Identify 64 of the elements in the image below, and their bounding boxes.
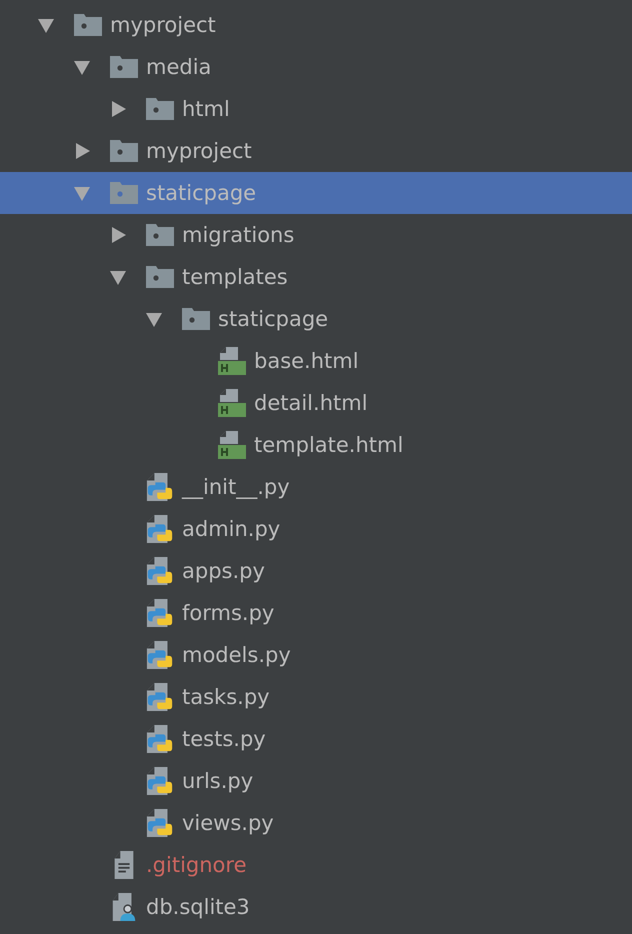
- file-name: migrations: [182, 223, 294, 247]
- tree-item[interactable]: urls.py: [0, 760, 632, 802]
- python-file-icon: [146, 683, 174, 711]
- file-name: templates: [182, 265, 288, 289]
- python-file-icon: [146, 641, 174, 669]
- python-file-icon: [146, 767, 174, 795]
- folder-icon: [74, 11, 102, 39]
- tree-item[interactable]: models.py: [0, 634, 632, 676]
- folder-icon: [146, 95, 174, 123]
- html-file-icon: [218, 389, 246, 417]
- folder-icon: [110, 53, 138, 81]
- python-file-icon: [146, 599, 174, 627]
- folder-icon: [146, 221, 174, 249]
- file-name: myproject: [146, 139, 252, 163]
- file-name: models.py: [182, 643, 291, 667]
- tree-item[interactable]: tests.py: [0, 718, 632, 760]
- html-file-icon: [218, 431, 246, 459]
- folder-icon: [110, 179, 138, 207]
- folder-icon: [110, 137, 138, 165]
- file-name: .gitignore: [146, 853, 246, 877]
- tree-item[interactable]: views.py: [0, 802, 632, 844]
- tree-item[interactable]: myproject: [0, 4, 632, 46]
- folder-icon: [182, 305, 210, 333]
- tree-item[interactable]: admin.py: [0, 508, 632, 550]
- python-file-icon: [146, 557, 174, 585]
- tree-item[interactable]: base.html: [0, 340, 632, 382]
- file-name: detail.html: [254, 391, 368, 415]
- tree-item[interactable]: html: [0, 88, 632, 130]
- file-name: myproject: [110, 13, 216, 37]
- folder-icon: [146, 263, 174, 291]
- python-file-icon: [146, 725, 174, 753]
- database-file-icon: [110, 893, 138, 921]
- python-file-icon: [146, 809, 174, 837]
- tree-item[interactable]: templates: [0, 256, 632, 298]
- tree-item[interactable]: staticpage: [0, 298, 632, 340]
- file-name: urls.py: [182, 769, 254, 793]
- file-name: admin.py: [182, 517, 280, 541]
- file-name: media: [146, 55, 212, 79]
- file-name: staticpage: [146, 181, 256, 205]
- tree-item[interactable]: .gitignore: [0, 844, 632, 886]
- tree-item[interactable]: myproject: [0, 130, 632, 172]
- tree-item[interactable]: template.html: [0, 424, 632, 466]
- file-name: tasks.py: [182, 685, 270, 709]
- tree-item[interactable]: media: [0, 46, 632, 88]
- file-name: staticpage: [218, 307, 328, 331]
- file-name: template.html: [254, 433, 404, 457]
- file-name: apps.py: [182, 559, 265, 583]
- tree-item[interactable]: apps.py: [0, 550, 632, 592]
- tree-item[interactable]: detail.html: [0, 382, 632, 424]
- tree-item[interactable]: forms.py: [0, 592, 632, 634]
- tree-item[interactable]: migrations: [0, 214, 632, 256]
- html-file-icon: [218, 347, 246, 375]
- file-name: html: [182, 97, 230, 121]
- file-name: __init__.py: [182, 475, 290, 499]
- tree-item[interactable]: db.sqlite3: [0, 886, 632, 928]
- file-name: views.py: [182, 811, 274, 835]
- file-name: tests.py: [182, 727, 266, 751]
- python-file-icon: [146, 515, 174, 543]
- tree-item[interactable]: __init__.py: [0, 466, 632, 508]
- file-name: forms.py: [182, 601, 274, 625]
- file-name: db.sqlite3: [146, 895, 250, 919]
- python-file-icon: [146, 473, 174, 501]
- tree-item[interactable]: tasks.py: [0, 676, 632, 718]
- file-name: base.html: [254, 349, 359, 373]
